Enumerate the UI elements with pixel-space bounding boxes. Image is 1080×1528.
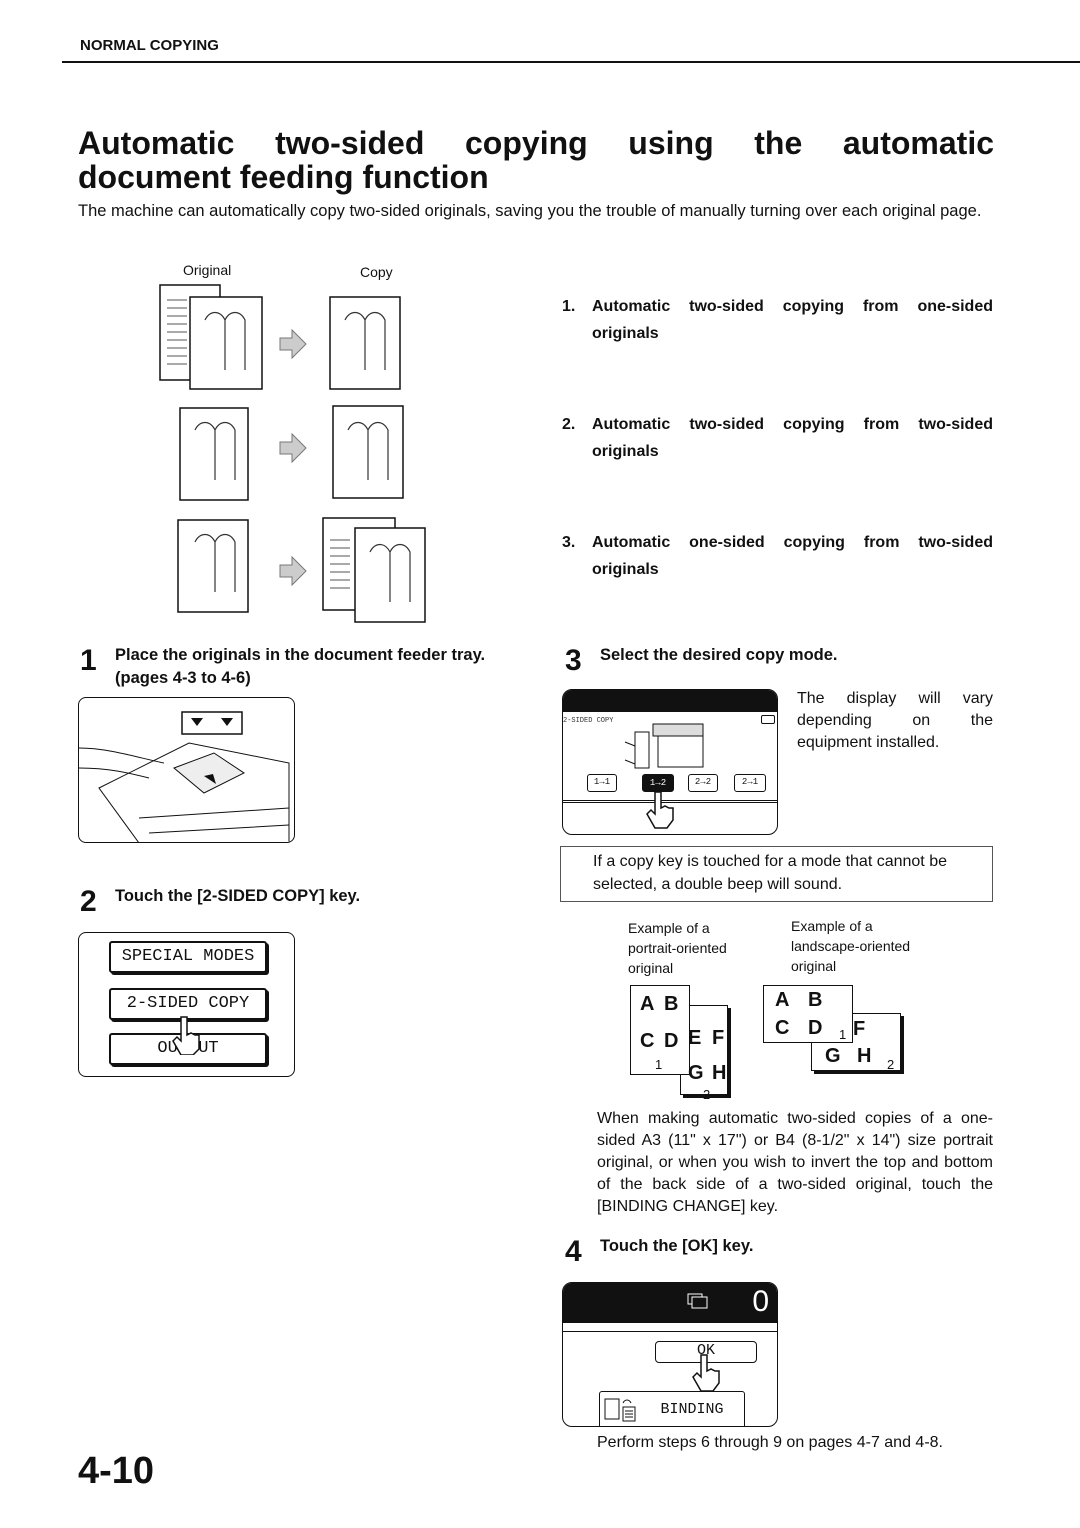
display-corner-button (761, 715, 775, 724)
step-text: Touch the [2-SIDED COPY] key. (115, 887, 361, 905)
letter-d: D (808, 1017, 823, 1039)
step-number: 4 (565, 1235, 582, 1268)
special-modes-panel: SPECIAL MODES 2-SIDED COPY OUTPUT (78, 932, 295, 1077)
step-number: 3 (565, 644, 582, 677)
letter-h: H (857, 1045, 872, 1067)
step-2: 2 Touch the [2-SIDED COPY] key. (80, 885, 520, 917)
copies-icon (687, 1293, 708, 1309)
display-label: 2-SIDED COPY (563, 717, 614, 725)
display-titlebar (563, 690, 777, 712)
binding-change-text: When making automatic two-sided copies o… (597, 1110, 993, 1215)
letter-e: E (688, 1027, 702, 1049)
letter-c: C (640, 1030, 655, 1052)
mode-key-2-to-2[interactable]: 2→2 (688, 774, 718, 792)
display-titlebar: 0 (563, 1283, 777, 1323)
step-4: 4 Touch the [OK] key. (565, 1235, 995, 1267)
letter-a: A (775, 989, 790, 1011)
mode-key-2-to-1[interactable]: 2→1 (734, 774, 766, 792)
letter-b: B (664, 993, 679, 1015)
ok-display: 0 OK BINDING (562, 1282, 778, 1427)
letter-h: H (712, 1062, 727, 1084)
landscape-example-diagram: A B C D F G H 1 2 (763, 985, 905, 1077)
mode-number: 3. (562, 534, 576, 551)
step-number: 1 (80, 644, 97, 677)
display-divider (563, 1331, 777, 1332)
copy-label: Copy (360, 264, 393, 280)
portrait-example-diagram: A B C D E F G H 1 2 (628, 985, 730, 1103)
mode-key-1-to-1[interactable]: 1→1 (587, 774, 617, 792)
beep-note: If a copy key is touched for a mode that… (560, 846, 993, 902)
copy-counter: 0 (752, 1285, 769, 1318)
letter-d: D (664, 1030, 679, 1052)
feeder-illustration (78, 697, 295, 843)
mode-item-1: 1. Automatic two-sided copying from one-s… (562, 293, 993, 347)
mode-text: Automatic two-sided copying from one-sid… (592, 298, 993, 342)
landscape-example-label: Example of a landscape-oriented original (791, 918, 911, 974)
copy-mode-illustrations (159, 284, 426, 623)
letter-c: C (775, 1017, 790, 1039)
page-number: 4-10 (78, 1450, 155, 1492)
mode-text: Automatic two-sided copying from two-sid… (592, 416, 993, 460)
mode-number: 1. (562, 298, 576, 315)
page-number-2: 2 (703, 1087, 711, 1102)
page-number-1: 1 (655, 1057, 663, 1072)
letter-g: G (825, 1045, 841, 1067)
hand-pointer-icon (646, 791, 674, 829)
mode-item-2: 2. Automatic two-sided copying from two-s… (562, 411, 993, 465)
step-text: Touch the [OK] key. (600, 1237, 754, 1255)
mode-item-3: 3. Automatic one-sided copying from two-s… (562, 529, 993, 583)
step-1: 1 Place the originals in the document fee… (80, 644, 520, 690)
letter-g: G (688, 1062, 704, 1084)
intro-text: The machine can automatically copy two-s… (78, 202, 982, 220)
display-varies-note: The display will vary depending on the e… (797, 690, 993, 751)
letter-f: F (853, 1018, 866, 1040)
step-text: Place the originals in the document feed… (115, 646, 486, 687)
mode-text: Automatic one-sided copying from two-sid… (592, 534, 993, 578)
special-modes-key[interactable]: SPECIAL MODES (109, 941, 267, 973)
header-rule (62, 61, 1080, 63)
original-label: Original (183, 262, 232, 278)
step-3: 3 Select the desired copy mode. (565, 644, 995, 676)
binding-icon (604, 1398, 636, 1422)
copier-icon (624, 723, 704, 769)
step-number: 2 (80, 885, 97, 918)
hand-pointer-icon (172, 1016, 200, 1055)
section-header: NORMAL COPYING (80, 37, 219, 54)
step-text: Select the desired copy mode. (600, 646, 838, 664)
page-number-1: 1 (839, 1027, 847, 1042)
page-number-2: 2 (887, 1057, 895, 1072)
page-title: Automatic two-sided copying using the au… (78, 125, 994, 195)
portrait-example-label: Example of a portrait-oriented original (628, 920, 727, 976)
letter-f: F (712, 1027, 725, 1049)
hand-pointer-icon (692, 1354, 720, 1392)
letter-b: B (808, 989, 823, 1011)
next-steps-text: Perform steps 6 through 9 on pages 4-7 a… (597, 1434, 943, 1451)
copy-mode-display: 2-SIDED COPY 1→1 1→2 2→2 2→1 (562, 689, 778, 835)
mode-number: 2. (562, 416, 576, 433)
letter-a: A (640, 993, 655, 1015)
